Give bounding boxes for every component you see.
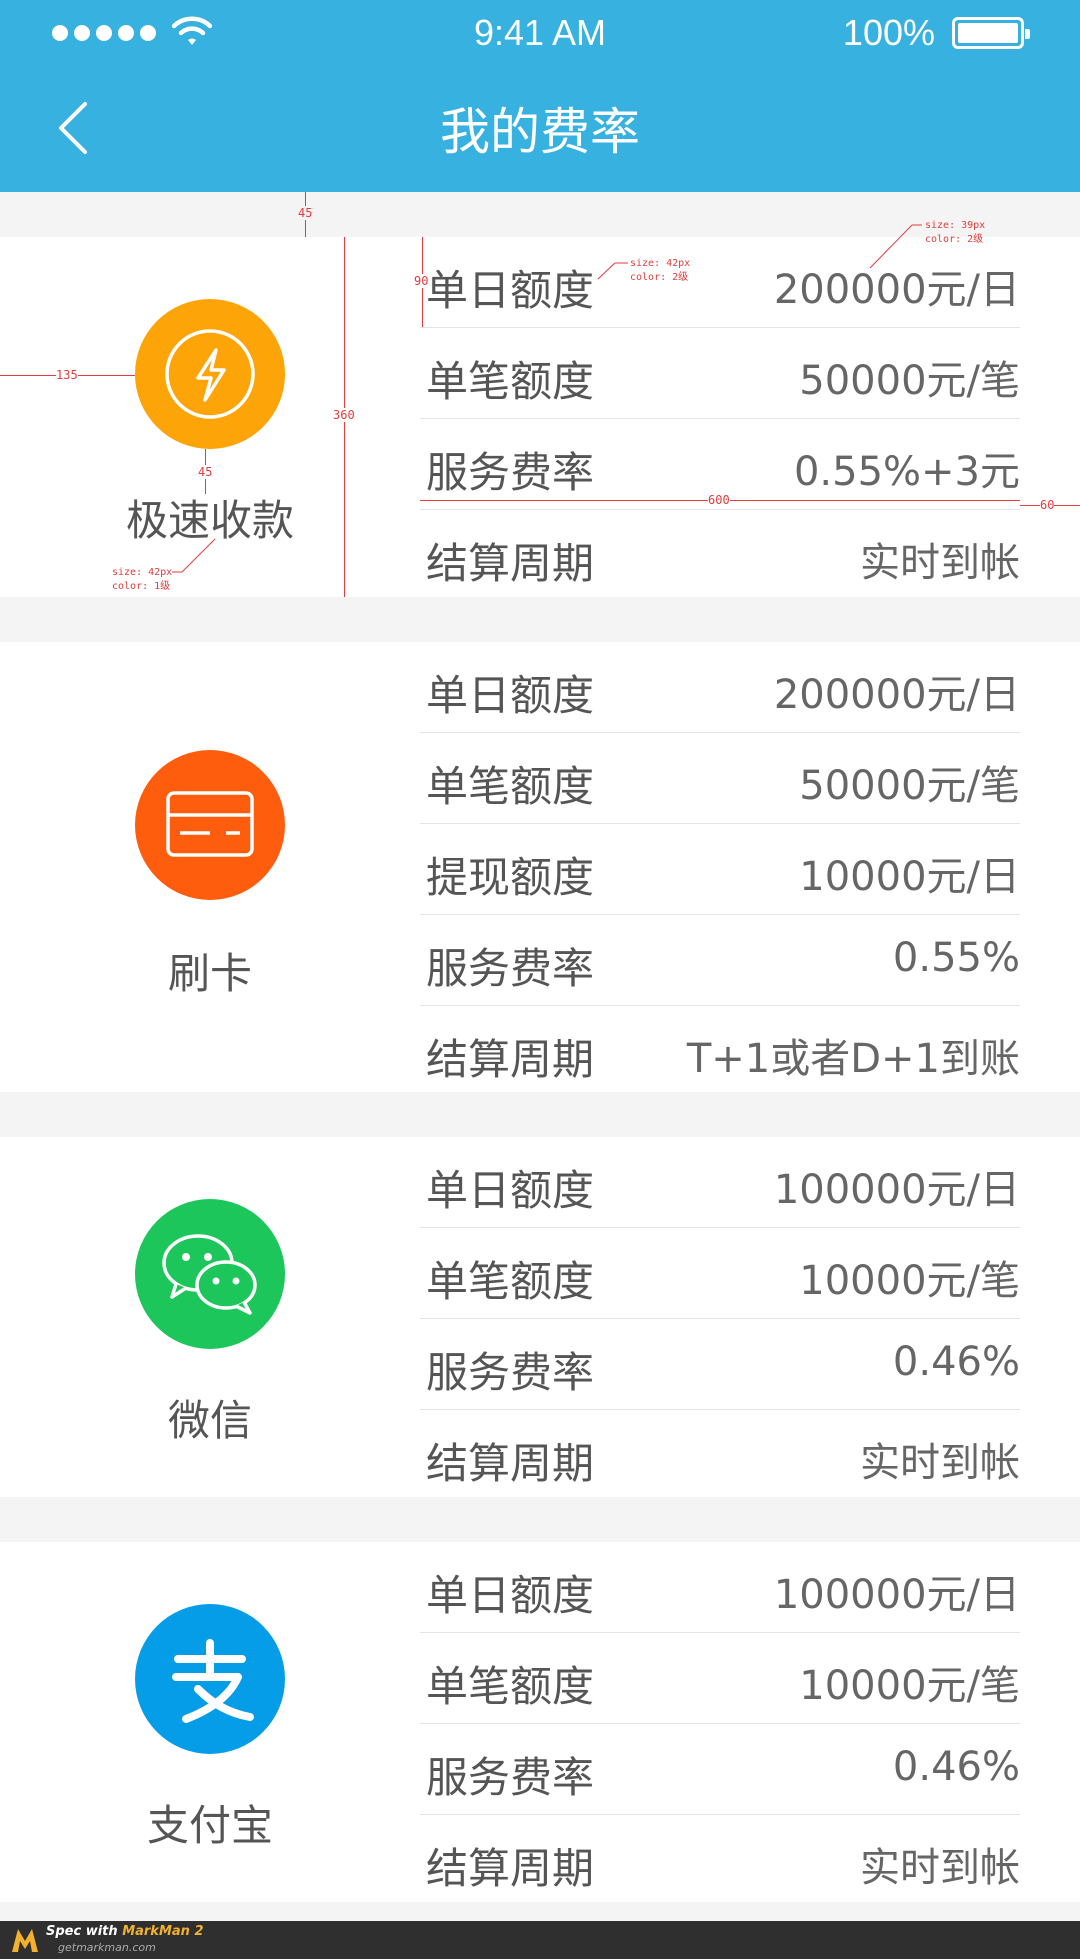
lightning-icon: [165, 329, 255, 419]
spec-label-rows-width: 600: [708, 493, 730, 507]
fee-rows: 单日额度 200000元/日 单笔额度 50000元/笔 提现额度 10000元/日 …: [420, 642, 1020, 1096]
markman-logo-icon: [12, 1929, 38, 1952]
fee-label: 单笔额度: [426, 357, 595, 406]
fee-value: 100000元/日: [773, 1572, 1020, 1618]
fee-card-swipe: 刷卡 单日额度 200000元/日 单笔额度 50000元/笔 提现额度 10000元…: [0, 642, 1080, 1092]
fee-label: 提现额度: [426, 853, 595, 902]
fee-row: 单日额度 100000元/日: [420, 1137, 1020, 1228]
fee-label: 服务费率: [426, 944, 595, 993]
fee-value: 200000元/日: [773, 267, 1020, 313]
quick-pay-badge: [135, 299, 285, 449]
fee-rows: 单日额度 200000元/日 单笔额度 50000元/笔 服务费率 0.55%+3元 …: [420, 237, 1020, 600]
fee-row: 单日额度 100000元/日: [420, 1542, 1020, 1633]
fee-label: 单笔额度: [426, 1257, 595, 1306]
fee-card-alipay: 支付宝 单日额度 100000元/日 单笔额度 10000元/笔 服务费率 0.46%…: [0, 1542, 1080, 1902]
markman-footer: Spec with MarkMan 2 getmarkman.com: [0, 1921, 1080, 1959]
fee-value: 0.55%: [892, 935, 1020, 981]
battery-icon: [952, 17, 1030, 49]
fee-value: 100000元/日: [773, 1167, 1020, 1213]
fee-card-quick: 极速收款 单日额度 200000元/日 单笔额度 50000元/笔 服务费率 0.55…: [0, 237, 1080, 597]
spec-note-label-font: size: 42px color: 2级: [630, 258, 691, 283]
spec-note-value-font: size: 39px color: 2级: [925, 220, 986, 245]
fee-label: 服务费率: [426, 448, 595, 497]
fee-row: 结算周期 T+1或者D+1到账: [420, 1006, 1020, 1096]
fee-row: 提现额度 10000元/日: [420, 824, 1020, 915]
spec-label-left-margin: 135: [56, 368, 78, 382]
fee-label: 单笔额度: [426, 762, 595, 811]
fee-value: 实时到帐: [860, 1440, 1020, 1486]
fee-rows: 单日额度 100000元/日 单笔额度 10000元/笔 服务费率 0.46% 结算周…: [420, 1542, 1020, 1905]
wechat-icon: [162, 1234, 257, 1315]
fee-label: 单笔额度: [426, 1662, 595, 1711]
markman-brand: Spec with MarkMan 2: [46, 1924, 204, 1939]
fee-value: 0.46%: [892, 1339, 1020, 1385]
fee-value: 10000元/日: [799, 854, 1020, 900]
fee-value: 50000元/笔: [799, 763, 1020, 809]
fee-value: T+1或者D+1到账: [686, 1036, 1020, 1082]
spec-label-row-height: 90: [414, 274, 429, 288]
fee-label: 结算周期: [426, 1439, 595, 1488]
fee-value: 实时到帐: [860, 1845, 1020, 1891]
fee-row: 单笔额度 10000元/笔: [420, 1228, 1020, 1319]
page-title: 我的费率: [440, 103, 640, 161]
fee-row: 单日额度 200000元/日: [420, 642, 1020, 733]
fee-row: 单笔额度 10000元/笔: [420, 1633, 1020, 1724]
fee-value: 0.46%: [892, 1744, 1020, 1790]
fee-row: 服务费率 0.46%: [420, 1319, 1020, 1410]
fee-value: 0.55%+3元: [793, 449, 1020, 495]
fee-value: 实时到帐: [860, 540, 1020, 586]
status-bar: 9:41 AM 100%: [0, 0, 1080, 66]
spec-label-gap-top: 45: [298, 206, 313, 220]
spec-label-icon-gap: 45: [198, 465, 213, 479]
fee-row: 结算周期 实时到帐: [420, 1815, 1020, 1905]
fee-label: 单日额度: [426, 1166, 595, 1215]
card-icon: [166, 791, 254, 857]
channel-name: 极速收款: [125, 496, 294, 545]
fee-label: 单日额度: [426, 266, 595, 315]
fee-label: 服务费率: [426, 1753, 595, 1802]
fee-label: 服务费率: [426, 1348, 595, 1397]
fee-row: 单日额度 200000元/日: [420, 237, 1020, 328]
spec-note-name-font: size: 42px color: 1级: [112, 567, 173, 592]
spec-label-right-margin: 60: [1040, 498, 1055, 512]
fee-value: 50000元/笔: [799, 358, 1020, 404]
fee-row: 单笔额度 50000元/笔: [420, 733, 1020, 824]
swipe-card-badge: [135, 750, 285, 900]
fee-row: 单笔额度 50000元/笔: [420, 328, 1020, 419]
fee-rows: 单日额度 100000元/日 单笔额度 10000元/笔 服务费率 0.46% 结算周…: [420, 1137, 1020, 1500]
fee-row: 结算周期 实时到帐: [420, 510, 1020, 600]
fee-value: 10000元/笔: [799, 1663, 1020, 1709]
alipay-badge: [135, 1604, 285, 1754]
fee-value: 10000元/笔: [799, 1258, 1020, 1304]
markman-url: getmarkman.com: [58, 1941, 156, 1954]
channel-name: 微信: [167, 1396, 252, 1445]
fee-value: 200000元/日: [773, 672, 1020, 718]
spec-label-card-height: 360: [333, 408, 355, 422]
channel-name: 刷卡: [167, 949, 252, 998]
channel-name: 支付宝: [146, 1801, 273, 1850]
wechat-badge: [135, 1199, 285, 1349]
fee-row: 服务费率 0.55%: [420, 915, 1020, 1006]
battery-percentage: 100%: [842, 12, 935, 53]
alipay-icon: [172, 1639, 254, 1723]
fee-label: 单日额度: [426, 1571, 595, 1620]
fee-label: 结算周期: [426, 539, 595, 588]
app-header: 9:41 AM 100% 我的费率: [0, 0, 1080, 192]
fee-label: 结算周期: [426, 1035, 595, 1084]
fee-card-wechat: 微信 单日额度 100000元/日 单笔额度 10000元/笔 服务费率 0.46% …: [0, 1137, 1080, 1497]
fee-label: 结算周期: [426, 1844, 595, 1893]
fee-row: 服务费率 0.46%: [420, 1724, 1020, 1815]
fee-row: 结算周期 实时到帐: [420, 1410, 1020, 1500]
fee-label: 单日额度: [426, 671, 595, 720]
